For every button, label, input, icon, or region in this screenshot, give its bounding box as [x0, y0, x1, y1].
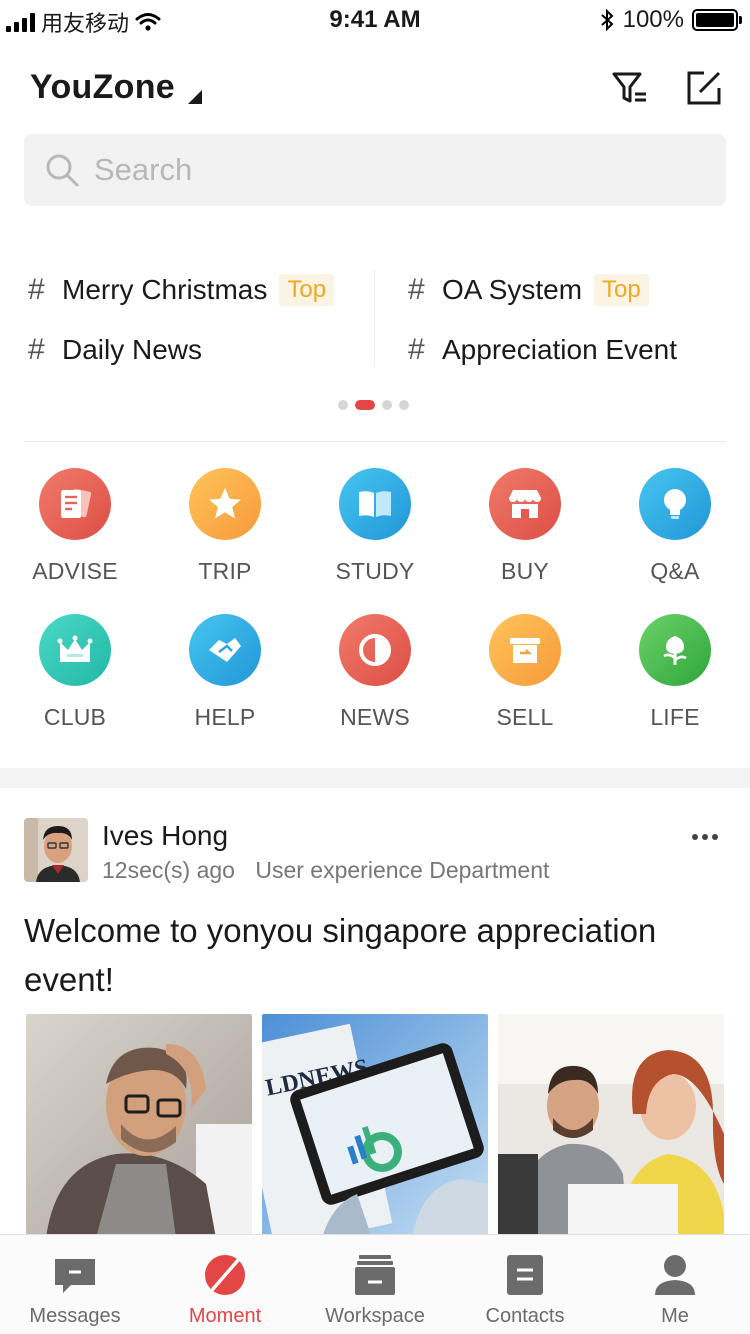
- topic-divider: [374, 270, 375, 366]
- contacts-icon: [507, 1255, 543, 1295]
- category-label: CLUB: [43, 704, 107, 730]
- edit-icon[interactable]: [684, 68, 724, 108]
- category-sell[interactable]: SELL: [450, 614, 600, 731]
- post-department: User experience Department: [255, 857, 550, 883]
- book-icon: [339, 468, 411, 540]
- tab-label: Moment: [188, 1305, 262, 1327]
- post-meta: 12sec(s) ago User experience Department: [102, 857, 549, 884]
- header: YouZone: [0, 60, 750, 120]
- tab-label: Messages: [29, 1305, 121, 1327]
- page-dot[interactable]: [399, 400, 409, 410]
- divider: [24, 441, 726, 442]
- plant-icon: [639, 614, 711, 686]
- battery-icon: [692, 9, 742, 31]
- page-dot[interactable]: [382, 400, 392, 410]
- category-club[interactable]: CLUB: [0, 614, 150, 731]
- top-tag: Top: [279, 274, 335, 306]
- topic-label: Daily News: [62, 334, 203, 365]
- tab-label: Me: [661, 1305, 689, 1327]
- post-author[interactable]: Ives Hong: [102, 820, 228, 852]
- tab-bar: Messages Moment Workspace Contacts Me: [0, 1234, 750, 1334]
- half-circle-icon: [339, 614, 411, 686]
- status-right: 100%: [599, 6, 742, 34]
- post-photo[interactable]: LDNEWS: [262, 1014, 488, 1238]
- tab-label: Workspace: [325, 1305, 425, 1327]
- category-label: BUY: [501, 558, 549, 584]
- topic-carousel: # Merry Christmas Top # OA System Top # …: [24, 262, 726, 372]
- document-icon: [39, 468, 111, 540]
- hash-icon: #: [28, 273, 45, 306]
- topic-label: Appreciation Event: [442, 334, 678, 365]
- category-label: Q&A: [650, 558, 700, 584]
- category-label: NEWS: [340, 704, 410, 730]
- category-label: HELP: [194, 704, 256, 730]
- lightbulb-icon: [639, 468, 711, 540]
- hash-icon: #: [408, 333, 425, 366]
- topic-item[interactable]: # Merry Christmas Top: [28, 270, 335, 310]
- topic-label: OA System: [442, 274, 583, 305]
- page-indicator: [338, 400, 409, 410]
- search-bar[interactable]: [24, 134, 726, 206]
- box-icon: [489, 614, 561, 686]
- top-tag: Top: [594, 274, 649, 306]
- more-icon[interactable]: [692, 834, 718, 840]
- category-help[interactable]: HELP: [150, 614, 300, 731]
- tab-messages[interactable]: Messages: [0, 1235, 150, 1334]
- person-icon: [655, 1255, 695, 1295]
- hash-icon: #: [28, 333, 45, 366]
- category-qa[interactable]: Q&A: [600, 468, 750, 585]
- category-label: SELL: [496, 704, 554, 730]
- handshake-icon: [189, 614, 261, 686]
- topic-label: Merry Christmas: [62, 274, 268, 305]
- crown-icon: [39, 614, 111, 686]
- status-bar: 用友移动 9:41 AM 100%: [0, 0, 750, 42]
- category-news[interactable]: NEWS: [300, 614, 450, 731]
- topic-item[interactable]: # Appreciation Event: [408, 330, 677, 370]
- post-photo[interactable]: [498, 1014, 724, 1238]
- category-label: LIFE: [650, 704, 700, 730]
- shop-icon: [489, 468, 561, 540]
- topic-item[interactable]: # Daily News: [28, 330, 202, 370]
- category-life[interactable]: LIFE: [600, 614, 750, 731]
- hash-icon: #: [408, 273, 425, 306]
- battery-percent: 100%: [622, 6, 684, 33]
- category-label: STUDY: [335, 558, 415, 584]
- topic-item[interactable]: # OA System Top: [408, 270, 649, 310]
- filter-icon[interactable]: [610, 68, 650, 108]
- category-study[interactable]: STUDY: [300, 468, 450, 585]
- category-buy[interactable]: BUY: [450, 468, 600, 585]
- tab-moment[interactable]: Moment: [150, 1235, 300, 1334]
- app-title[interactable]: YouZone: [30, 68, 175, 107]
- page-dot[interactable]: [338, 400, 348, 410]
- title-dropdown-icon[interactable]: [188, 90, 202, 104]
- moment-icon: [205, 1255, 245, 1295]
- search-input[interactable]: [94, 134, 694, 206]
- search-icon: [46, 154, 79, 187]
- post-photo[interactable]: [26, 1014, 252, 1238]
- bluetooth-icon: [600, 8, 614, 32]
- category-trip[interactable]: TRIP: [150, 468, 300, 585]
- post-text: Welcome to yonyou singapore appreciation…: [24, 912, 657, 998]
- tab-workspace[interactable]: Workspace: [300, 1235, 450, 1334]
- category-advise[interactable]: ADVISE: [0, 468, 150, 585]
- post-time: 12sec(s) ago: [102, 857, 235, 883]
- message-icon: [55, 1259, 95, 1293]
- page-dot-active[interactable]: [355, 400, 375, 410]
- tab-contacts[interactable]: Contacts: [450, 1235, 600, 1334]
- avatar[interactable]: [24, 818, 88, 882]
- star-icon: [189, 468, 261, 540]
- workspace-icon: [355, 1255, 395, 1295]
- category-label: TRIP: [198, 558, 252, 584]
- category-label: ADVISE: [32, 558, 118, 584]
- tab-me[interactable]: Me: [600, 1235, 750, 1334]
- tab-label: Contacts: [485, 1305, 565, 1327]
- section-divider: [0, 768, 750, 788]
